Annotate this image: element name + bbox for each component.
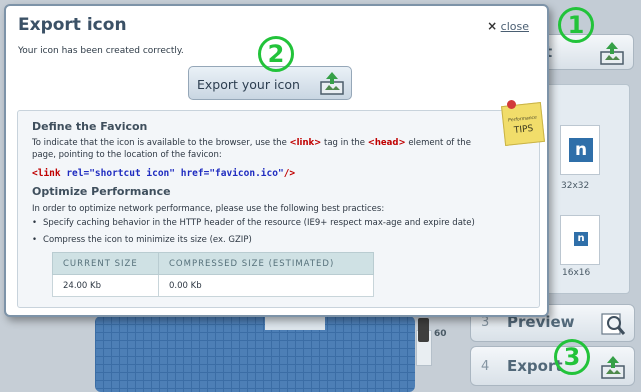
close-link[interactable]: close — [501, 20, 529, 33]
favicon-code-snippet: <link rel="shortcut icon" href="favicon.… — [32, 168, 296, 179]
close-icon: × — [487, 19, 498, 33]
icon-preview-32: n — [569, 138, 593, 162]
close-button[interactable]: × close — [487, 19, 529, 33]
size-table: CURRENT SIZE COMPRESSED SIZE (ESTIMATED)… — [52, 252, 374, 297]
success-message: Your icon has been created correctly. — [18, 46, 184, 56]
export-icon — [600, 42, 624, 65]
list-item: Specify caching behavior in the HTTP hea… — [32, 218, 475, 228]
export-button-label: Export your icon — [197, 77, 300, 92]
icon-preview-16: n — [574, 232, 588, 246]
callout-1: 1 — [558, 7, 594, 43]
callout-3: 3 — [554, 339, 590, 375]
step-number: 4 — [481, 359, 490, 374]
zoom-slider-value: 60 — [434, 329, 447, 339]
step-number: 3 — [481, 315, 490, 330]
performance-heading: Optimize Performance — [32, 185, 171, 198]
info-panel: Define the Favicon To indicate that the … — [17, 110, 540, 308]
current-size-value: 24.00 Kb — [52, 274, 159, 297]
column-header: CURRENT SIZE — [52, 252, 159, 275]
thumbnail-16-label: 16x16 — [562, 268, 591, 278]
pixel-grid-editor[interactable] — [95, 316, 415, 392]
performance-tips-note: Performance TIPS — [501, 102, 545, 146]
favicon-description: To indicate that the icon is available t… — [32, 138, 471, 160]
table-header-row: CURRENT SIZE COMPRESSED SIZE (ESTIMATED) — [52, 252, 374, 275]
link-tag: <link> — [289, 138, 322, 148]
thumbnail-32[interactable]: n — [560, 125, 600, 175]
export-icon — [320, 72, 344, 95]
dialog-title: Export icon — [18, 15, 127, 35]
compressed-size-value: 0.00 Kb — [158, 274, 374, 297]
pushpin-icon — [507, 100, 516, 109]
export-icon — [601, 356, 625, 379]
thumbnail-32-label: 32x32 — [561, 181, 590, 191]
thumbnail-16[interactable]: n — [560, 215, 600, 265]
table-row: 24.00 Kb 0.00 Kb — [52, 274, 374, 297]
favicon-heading: Define the Favicon — [32, 120, 148, 133]
list-item: Compress the icon to minimize its size (… — [32, 235, 252, 245]
zoom-slider-handle[interactable] — [418, 318, 429, 342]
step-export-button[interactable]: 4 Export — [470, 346, 635, 386]
magnifier-icon — [601, 313, 626, 335]
column-header: COMPRESSED SIZE (ESTIMATED) — [158, 252, 374, 275]
head-tag: <head> — [367, 138, 406, 148]
performance-description: In order to optimize network performance… — [32, 204, 385, 214]
callout-2: 2 — [258, 36, 294, 72]
